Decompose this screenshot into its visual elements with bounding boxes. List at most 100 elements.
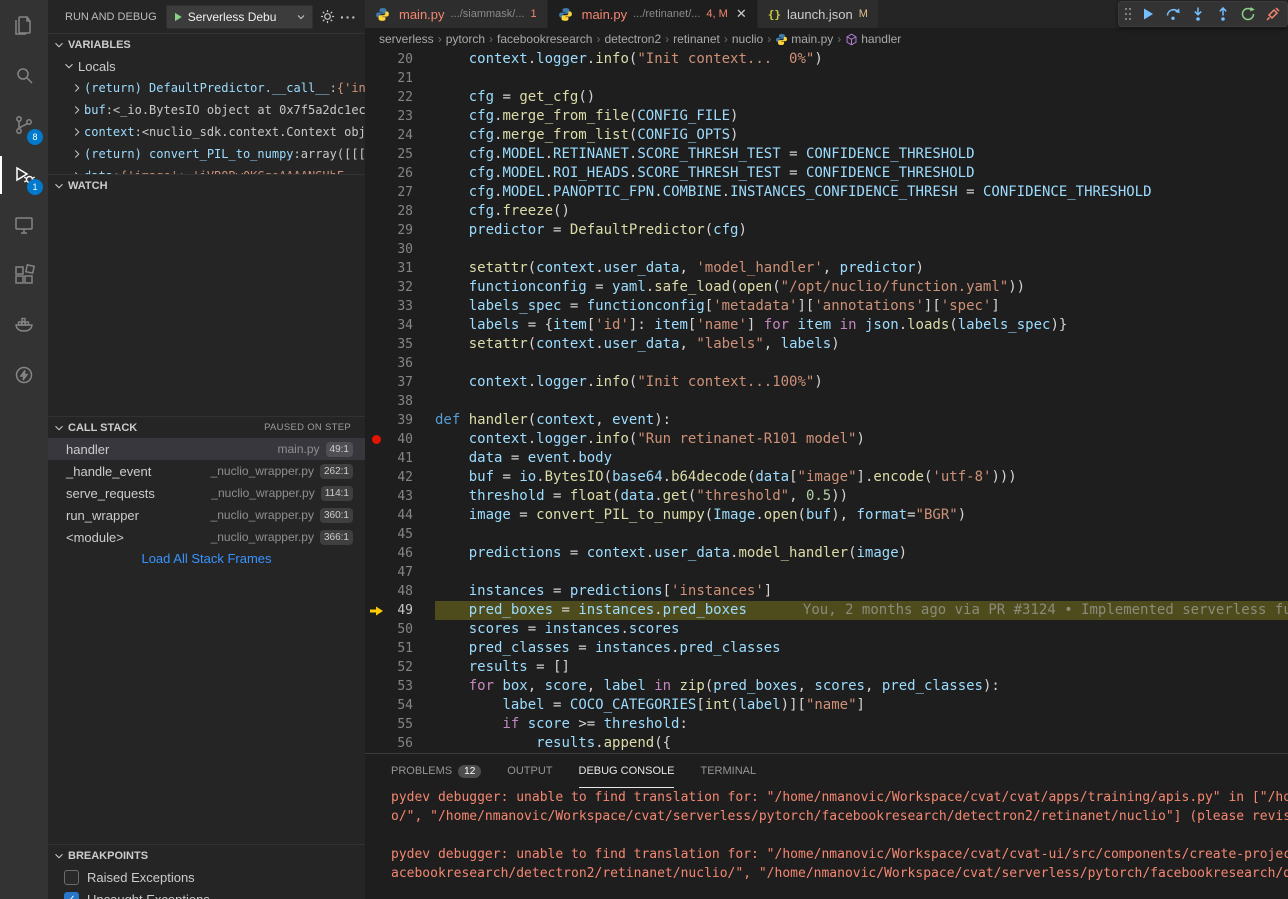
- call-stack-frame[interactable]: _handle_event_nuclio_wrapper.py262:1: [48, 460, 365, 482]
- breakpoint-gutter[interactable]: [365, 601, 387, 620]
- watch-header[interactable]: WATCH: [48, 174, 365, 196]
- breakpoint-gutter[interactable]: [365, 715, 387, 734]
- breakpoint-gutter[interactable]: [365, 278, 387, 297]
- breakpoint-gutter[interactable]: [365, 259, 387, 278]
- code-line[interactable]: 43 threshold = float(data.get("threshold…: [365, 487, 1288, 506]
- code-line[interactable]: 47: [365, 563, 1288, 582]
- code-line[interactable]: 33 labels_spec = functionconfig['metadat…: [365, 297, 1288, 316]
- breakpoint-gutter[interactable]: [365, 221, 387, 240]
- activity-source-control[interactable]: 8: [0, 100, 48, 150]
- breakpoint-gutter[interactable]: [365, 525, 387, 544]
- code-line[interactable]: 31 setattr(context.user_data, 'model_han…: [365, 259, 1288, 278]
- code-line[interactable]: 20 context.logger.info("Init context... …: [365, 50, 1288, 69]
- breakpoint-gutter[interactable]: [365, 658, 387, 677]
- activity-extensions[interactable]: [0, 250, 48, 300]
- checkbox[interactable]: ✓: [64, 892, 79, 899]
- breadcrumb-item[interactable]: detectron2: [604, 32, 661, 46]
- breakpoint-gutter[interactable]: [365, 639, 387, 658]
- code-line[interactable]: 37 context.logger.info("Init context...1…: [365, 373, 1288, 392]
- breakpoint-gutter[interactable]: [365, 487, 387, 506]
- activity-search[interactable]: [0, 50, 48, 100]
- breakpoint-gutter[interactable]: [365, 392, 387, 411]
- activity-run-and-debug[interactable]: 1: [0, 150, 48, 200]
- breakpoints-header[interactable]: BREAKPOINTS: [48, 844, 365, 866]
- code-line[interactable]: 52 results = []: [365, 658, 1288, 677]
- breakpoint-item[interactable]: Raised Exceptions: [48, 866, 365, 888]
- more-actions-icon[interactable]: ···: [340, 9, 357, 25]
- breakpoint-gutter[interactable]: [365, 145, 387, 164]
- code-line[interactable]: 35 setattr(context.user_data, "labels", …: [365, 335, 1288, 354]
- code-line[interactable]: 36: [365, 354, 1288, 373]
- code-line[interactable]: 56 results.append({: [365, 734, 1288, 753]
- code-line[interactable]: 22 cfg = get_cfg(): [365, 88, 1288, 107]
- breakpoint-gutter[interactable]: [365, 107, 387, 126]
- code-line[interactable]: 28 cfg.freeze(): [365, 202, 1288, 221]
- tab-main-py-siammask[interactable]: main.py .../siammask/... 1: [365, 0, 548, 28]
- breakpoint-gutter[interactable]: [365, 240, 387, 259]
- code-line[interactable]: 41 data = event.body: [365, 449, 1288, 468]
- code-line[interactable]: 53 for box, score, label in zip(pred_box…: [365, 677, 1288, 696]
- breakpoint-gutter[interactable]: [365, 430, 387, 449]
- debug-config-dropdown[interactable]: Serverless Debu: [166, 5, 313, 29]
- code-line[interactable]: 24 cfg.merge_from_list(CONFIG_OPTS): [365, 126, 1288, 145]
- code-line[interactable]: 39def handler(context, event):: [365, 411, 1288, 430]
- breadcrumb-item[interactable]: serverless: [379, 32, 434, 46]
- code-line[interactable]: 50 scores = instances.scores: [365, 620, 1288, 639]
- debug-console-output[interactable]: pydev debugger: unable to find translati…: [365, 788, 1288, 899]
- code-line[interactable]: 46 predictions = context.user_data.model…: [365, 544, 1288, 563]
- breakpoint-gutter[interactable]: [365, 696, 387, 715]
- breadcrumb-item[interactable]: facebookresearch: [497, 32, 592, 46]
- activity-remote-explorer[interactable]: [0, 200, 48, 250]
- call-stack-frame[interactable]: run_wrapper_nuclio_wrapper.py360:1: [48, 504, 365, 526]
- call-stack-frame[interactable]: serve_requests_nuclio_wrapper.py114:1: [48, 482, 365, 504]
- breakpoint-gutter[interactable]: [365, 50, 387, 69]
- step-over-button[interactable]: [1160, 2, 1185, 26]
- breakpoint-gutter[interactable]: [365, 316, 387, 335]
- breakpoint-gutter[interactable]: [365, 411, 387, 430]
- breakpoint-gutter[interactable]: [365, 297, 387, 316]
- code-line[interactable]: 27 cfg.MODEL.PANOPTIC_FPN.COMBINE.INSTAN…: [365, 183, 1288, 202]
- activity-explorer[interactable]: [0, 0, 48, 50]
- tab-launch-json[interactable]: {} launch.json M: [758, 0, 879, 28]
- code-line[interactable]: 38: [365, 392, 1288, 411]
- breakpoint-dot[interactable]: [372, 435, 381, 444]
- gear-icon[interactable]: [320, 9, 335, 24]
- step-out-button[interactable]: [1210, 2, 1235, 26]
- variables-header[interactable]: VARIABLES: [48, 33, 365, 55]
- breakpoint-gutter[interactable]: [365, 449, 387, 468]
- variable-row[interactable]: (return) DefaultPredictor.__call__: {'in…: [48, 77, 365, 99]
- breakpoint-gutter[interactable]: [365, 335, 387, 354]
- breakpoint-gutter[interactable]: [365, 354, 387, 373]
- scope-locals[interactable]: Locals: [48, 55, 365, 77]
- checkbox[interactable]: [64, 870, 79, 885]
- panel-tab-problems[interactable]: PROBLEMS 12: [391, 754, 481, 788]
- step-into-button[interactable]: [1185, 2, 1210, 26]
- code-line[interactable]: 23 cfg.merge_from_file(CONFIG_FILE): [365, 107, 1288, 126]
- breakpoint-gutter[interactable]: [365, 677, 387, 696]
- breakpoint-gutter[interactable]: [365, 734, 387, 753]
- breakpoint-gutter[interactable]: [365, 164, 387, 183]
- code-line[interactable]: 44 image = convert_PIL_to_numpy(Image.op…: [365, 506, 1288, 525]
- call-stack-header[interactable]: CALL STACK PAUSED ON STEP: [48, 416, 365, 438]
- continue-button[interactable]: [1135, 2, 1160, 26]
- call-stack-frame[interactable]: handlermain.py49:1: [48, 438, 365, 460]
- code-line[interactable]: 42 buf = io.BytesIO(base64.b64decode(dat…: [365, 468, 1288, 487]
- code-line[interactable]: 26 cfg.MODEL.ROI_HEADS.SCORE_THRESH_TEST…: [365, 164, 1288, 183]
- code-editor[interactable]: 20 context.logger.info("Init context... …: [365, 50, 1288, 753]
- breadcrumb-item[interactable]: handler: [861, 32, 901, 46]
- code-line[interactable]: 54 label = COCO_CATEGORIES[int(label)]["…: [365, 696, 1288, 715]
- restart-button[interactable]: [1235, 2, 1260, 26]
- code-line[interactable]: 30: [365, 240, 1288, 259]
- code-line[interactable]: 34 labels = {item['id']: item['name'] fo…: [365, 316, 1288, 335]
- breakpoint-gutter[interactable]: [365, 544, 387, 563]
- tab-main-py-retinanet[interactable]: main.py .../retinanet/... 4, M ✕: [548, 0, 758, 28]
- breadcrumb-item[interactable]: retinanet: [673, 32, 720, 46]
- drag-handle-icon[interactable]: [1121, 6, 1135, 22]
- code-line[interactable]: 48 instances = predictions['instances']: [365, 582, 1288, 601]
- breakpoint-gutter[interactable]: [365, 563, 387, 582]
- load-all-stack-frames-link[interactable]: Load All Stack Frames: [48, 548, 365, 570]
- breakpoint-item[interactable]: ✓Uncaught Exceptions: [48, 888, 365, 899]
- activity-docker[interactable]: [0, 300, 48, 350]
- breakpoint-gutter[interactable]: [365, 183, 387, 202]
- breadcrumb-item[interactable]: pytorch: [446, 32, 485, 46]
